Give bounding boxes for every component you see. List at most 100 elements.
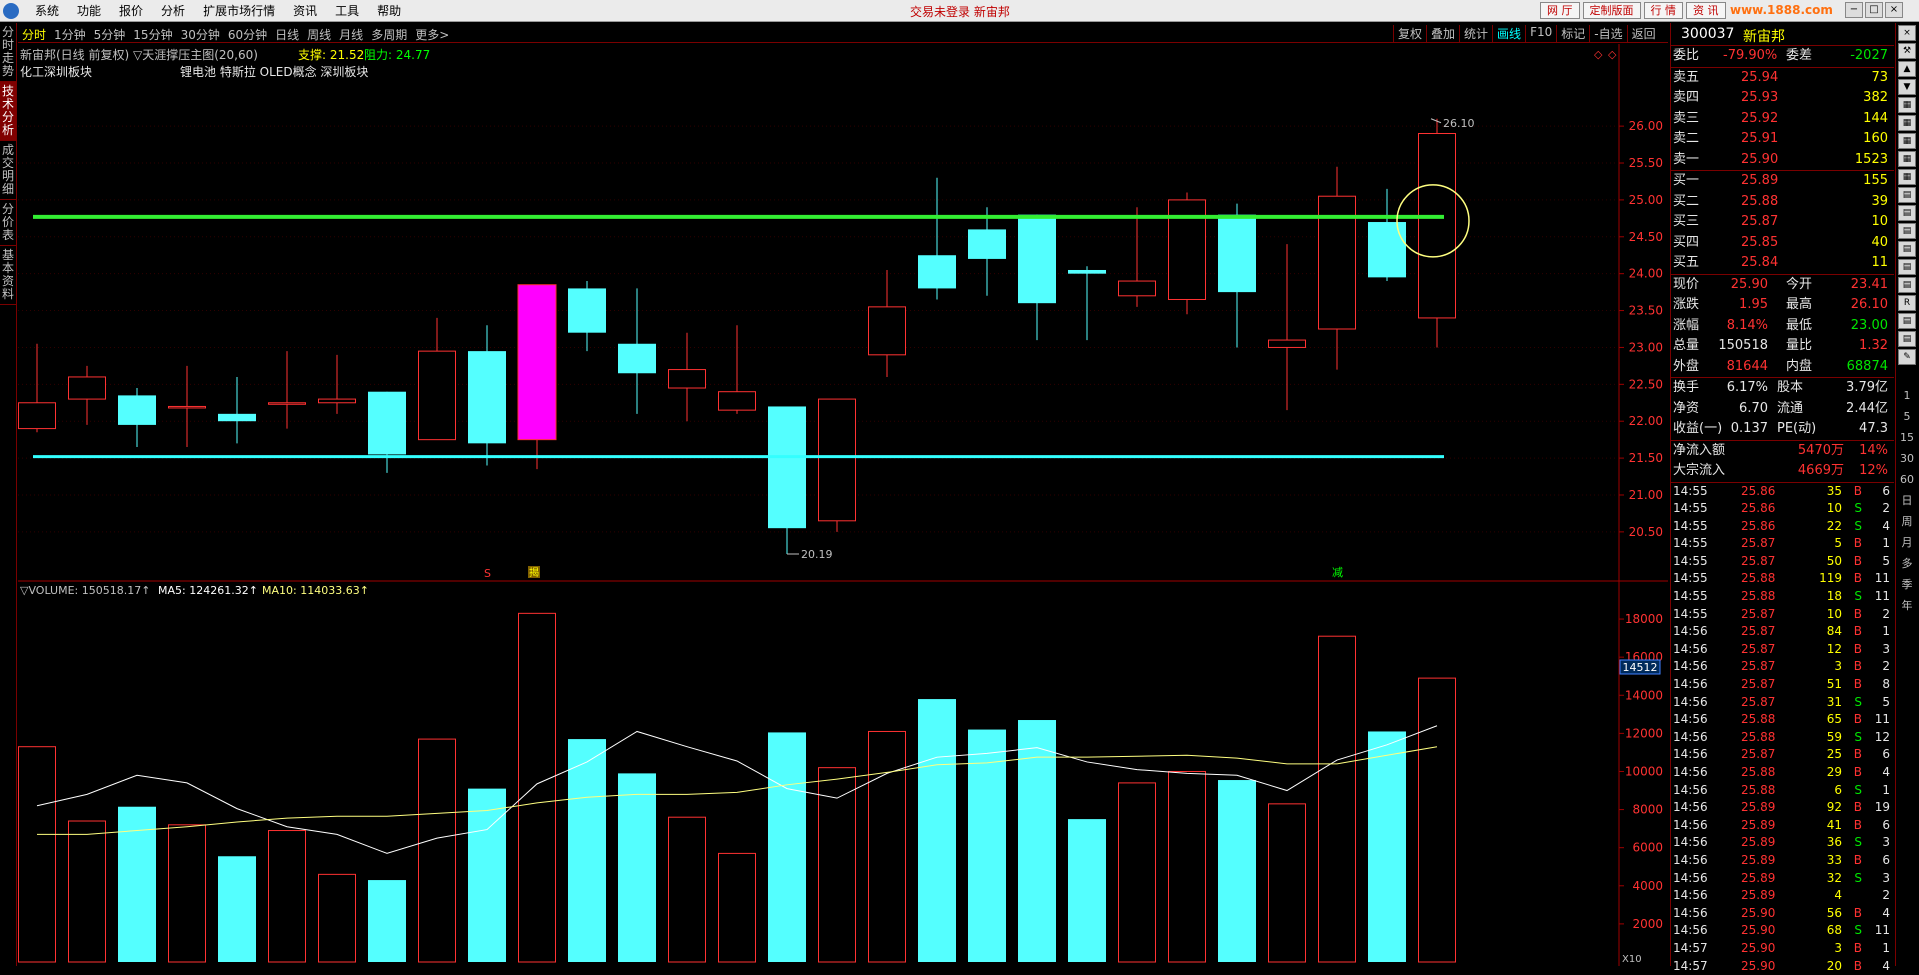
period-tab[interactable]: 分时 bbox=[18, 26, 50, 43]
period-shortcut[interactable]: 周 bbox=[1896, 511, 1918, 532]
chart-icon[interactable]: ▤ bbox=[1898, 223, 1916, 239]
window-control-button[interactable]: □ bbox=[1865, 2, 1883, 18]
candle-body-down[interactable] bbox=[1218, 215, 1256, 292]
volume-bar-up[interactable] bbox=[669, 817, 706, 962]
tick-row[interactable]: 14:5625.8941B6 bbox=[1671, 817, 1894, 835]
period-shortcut[interactable]: 30 bbox=[1896, 448, 1918, 469]
kline-chart[interactable]: 20.5021.0021.5022.0022.5023.0023.5024.00… bbox=[18, 44, 1668, 966]
volume-bar-up[interactable] bbox=[1269, 804, 1306, 962]
volume-bar-up[interactable] bbox=[419, 739, 456, 962]
candle-body-up[interactable] bbox=[1119, 281, 1156, 296]
candle-body-down[interactable] bbox=[918, 255, 956, 288]
header-button[interactable]: 资 讯 bbox=[1686, 2, 1726, 19]
grid-icon[interactable]: ▦ bbox=[1898, 97, 1916, 113]
chart-icon[interactable]: ▤ bbox=[1898, 313, 1916, 329]
candle-body-up[interactable] bbox=[719, 392, 756, 410]
rsi-icon[interactable]: R bbox=[1898, 295, 1916, 311]
candle-body-up[interactable] bbox=[19, 403, 56, 429]
period-tab[interactable]: 5分钟 bbox=[90, 26, 130, 43]
close-icon[interactable]: × bbox=[1898, 25, 1916, 41]
candle-body-up[interactable] bbox=[819, 399, 856, 521]
candle-body-down[interactable] bbox=[1068, 270, 1106, 274]
candle-body-up[interactable] bbox=[419, 351, 456, 440]
menu-item[interactable]: 工具 bbox=[326, 3, 368, 19]
header-button[interactable]: 定制版面 bbox=[1583, 2, 1641, 19]
volume-bar-down[interactable] bbox=[1018, 720, 1056, 962]
tick-row[interactable]: 14:5525.8818S11 bbox=[1671, 588, 1894, 606]
candle-body-down[interactable] bbox=[568, 288, 606, 332]
window-control-button[interactable]: − bbox=[1845, 2, 1863, 18]
tick-row[interactable]: 14:5625.8859S12 bbox=[1671, 729, 1894, 747]
left-tab[interactable]: 基本资料 bbox=[0, 246, 16, 305]
candle-body-down[interactable] bbox=[968, 229, 1006, 259]
volume-bar-down[interactable] bbox=[368, 880, 406, 962]
candle-body-down[interactable] bbox=[468, 351, 506, 443]
chart-icon[interactable]: ▤ bbox=[1898, 331, 1916, 347]
candle-body-up[interactable] bbox=[1419, 134, 1456, 318]
period-tab[interactable]: 月线 bbox=[335, 26, 367, 43]
tick-row[interactable]: 14:5625.886S1 bbox=[1671, 782, 1894, 800]
candle-body-up[interactable] bbox=[1269, 340, 1306, 347]
grid-icon[interactable]: ▦ bbox=[1898, 133, 1916, 149]
volume-bar-up[interactable] bbox=[269, 831, 306, 962]
period-shortcut[interactable]: 月 bbox=[1896, 532, 1918, 553]
period-tab[interactable]: 多周期 bbox=[367, 26, 411, 43]
chart-icon[interactable]: ▤ bbox=[1898, 259, 1916, 275]
period-shortcut[interactable]: 60 bbox=[1896, 469, 1918, 490]
period-shortcut[interactable]: 日 bbox=[1896, 490, 1918, 511]
candle-body-down[interactable] bbox=[118, 395, 156, 425]
volume-bar-up[interactable] bbox=[1319, 636, 1356, 962]
tick-row[interactable]: 14:5525.8750B5 bbox=[1671, 553, 1894, 571]
candle-body-up[interactable] bbox=[269, 403, 306, 405]
tick-row[interactable]: 14:5525.88119B11 bbox=[1671, 570, 1894, 588]
volume-bar-down[interactable] bbox=[568, 739, 606, 962]
menu-item[interactable]: 功能 bbox=[68, 3, 110, 19]
period-shortcut[interactable]: 5 bbox=[1896, 406, 1918, 427]
grid-icon[interactable]: ▦ bbox=[1898, 151, 1916, 167]
down-arrow-icon[interactable]: ▼ bbox=[1898, 79, 1916, 95]
chart-icon[interactable]: ▤ bbox=[1898, 187, 1916, 203]
tick-row[interactable]: 14:5525.8635B6 bbox=[1671, 483, 1894, 501]
volume-bar-up[interactable] bbox=[869, 731, 906, 962]
tick-row[interactable]: 14:5725.9020B4 bbox=[1671, 958, 1894, 975]
volume-bar-up[interactable] bbox=[169, 825, 206, 962]
left-tab[interactable]: 成交明细 bbox=[0, 141, 16, 200]
candle-body-down[interactable] bbox=[368, 392, 406, 455]
tick-row[interactable]: 14:5625.8829B4 bbox=[1671, 764, 1894, 782]
candle-body-down[interactable] bbox=[768, 406, 806, 528]
tick-row[interactable]: 14:5625.8932S3 bbox=[1671, 870, 1894, 888]
tick-row[interactable]: 14:5625.8865B11 bbox=[1671, 711, 1894, 729]
left-tab[interactable]: 分时走势 bbox=[0, 23, 16, 82]
tool-button[interactable]: -自选 bbox=[1589, 25, 1626, 42]
tick-row[interactable]: 14:5525.8622S4 bbox=[1671, 518, 1894, 536]
tick-row[interactable]: 14:5625.8712B3 bbox=[1671, 641, 1894, 659]
tick-row[interactable]: 14:5625.8992B19 bbox=[1671, 799, 1894, 817]
up-arrow-icon[interactable]: ▲ bbox=[1898, 61, 1916, 77]
candle-body-down[interactable] bbox=[218, 414, 256, 421]
candle-body-down[interactable] bbox=[1018, 215, 1056, 304]
window-control-button[interactable]: × bbox=[1885, 2, 1903, 18]
candle-body-highlight[interactable] bbox=[518, 285, 556, 440]
chart-icon[interactable]: ▤ bbox=[1898, 277, 1916, 293]
tick-row[interactable]: 14:5625.8751B8 bbox=[1671, 676, 1894, 694]
tool-icon[interactable]: ⚒ bbox=[1898, 43, 1916, 59]
tool-button[interactable]: 叠加 bbox=[1426, 25, 1459, 42]
tick-row[interactable]: 14:5625.8936S3 bbox=[1671, 834, 1894, 852]
volume-bar-up[interactable] bbox=[319, 874, 356, 962]
period-tab[interactable]: 周线 bbox=[303, 26, 335, 43]
tool-button[interactable]: 画线 bbox=[1492, 25, 1525, 42]
tick-row[interactable]: 14:5525.875B1 bbox=[1671, 535, 1894, 553]
candle-body-up[interactable] bbox=[669, 370, 706, 388]
candle-body-up[interactable] bbox=[69, 377, 106, 399]
volume-bar-down[interactable] bbox=[468, 789, 506, 962]
chart-area[interactable]: 20.5021.0021.5022.0022.5023.0023.5024.00… bbox=[18, 44, 1668, 966]
menu-item[interactable]: 扩展市场行情 bbox=[194, 3, 284, 19]
period-tab[interactable]: 更多> bbox=[411, 26, 453, 43]
tool-button[interactable]: 返回 bbox=[1627, 25, 1660, 42]
tool-button[interactable]: 标记 bbox=[1556, 25, 1589, 42]
volume-bar-up[interactable] bbox=[1119, 783, 1156, 962]
chart-icon[interactable]: ▤ bbox=[1898, 241, 1916, 257]
grid-icon[interactable]: ▦ bbox=[1898, 115, 1916, 131]
tick-row[interactable]: 14:5625.873B2 bbox=[1671, 658, 1894, 676]
candle-body-up[interactable] bbox=[169, 406, 206, 408]
